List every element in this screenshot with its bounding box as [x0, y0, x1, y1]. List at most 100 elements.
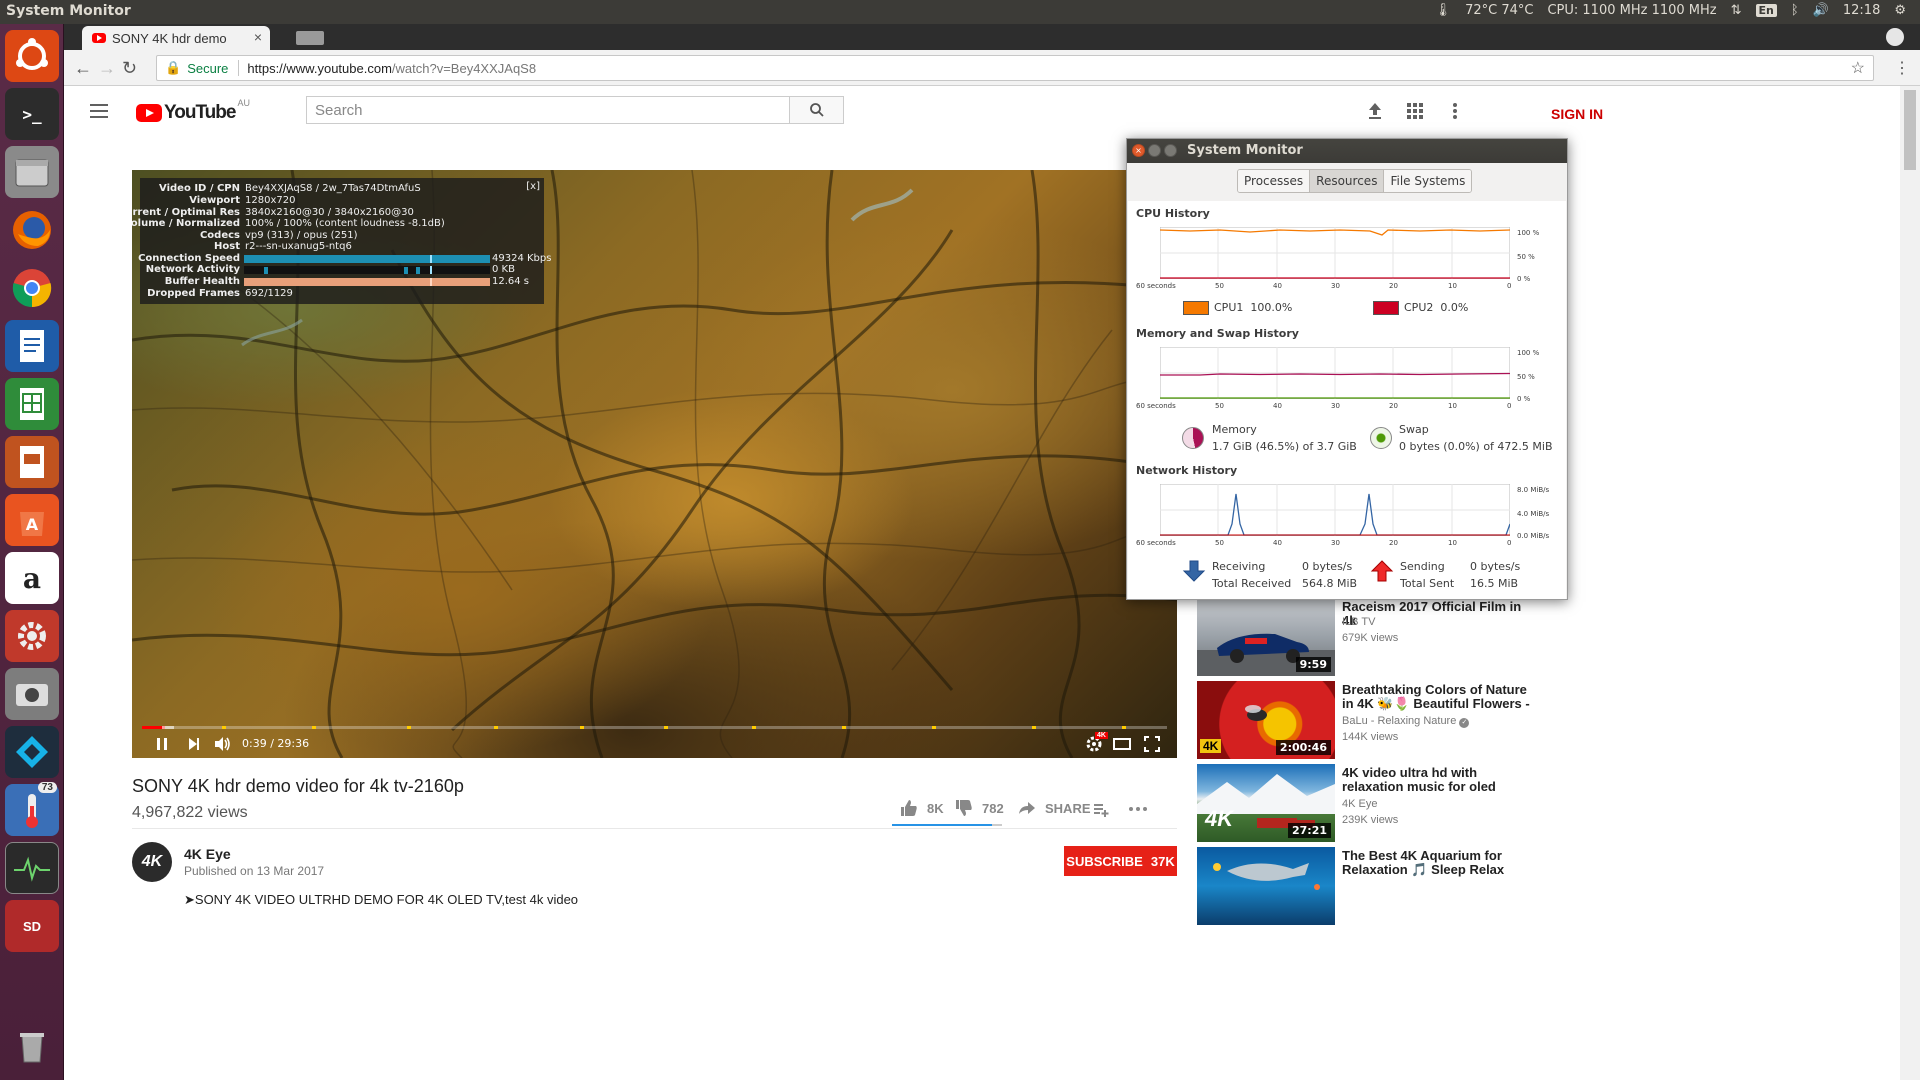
forward-arrow-icon[interactable]: → [98, 58, 116, 79]
trash-icon[interactable] [5, 1020, 59, 1072]
temperature-readout[interactable]: 72°C 74°C [1465, 3, 1533, 18]
cpu-frequency-readout[interactable]: CPU: 1100 MHz 1100 MHz [1547, 3, 1716, 18]
software-center-icon[interactable]: A [5, 494, 59, 546]
video-thumbnail[interactable]: 9:59 [1197, 598, 1335, 676]
firefox-icon[interactable] [5, 204, 59, 256]
files-icon[interactable] [5, 146, 59, 198]
amazon-icon[interactable]: a [5, 552, 59, 604]
video-thumbnail[interactable] [1197, 847, 1335, 925]
next-icon[interactable] [184, 734, 204, 754]
x-tick: 50 [1215, 402, 1224, 410]
upload-icon[interactable] [1364, 100, 1386, 122]
more-actions-icon[interactable] [1128, 804, 1148, 814]
page-scrollbar[interactable] [1900, 86, 1920, 1080]
thermometer-icon[interactable]: 🌡 [1435, 3, 1452, 18]
video-thumbnail[interactable]: 4K 27:21 [1197, 764, 1335, 842]
swap-pie-icon[interactable] [1370, 427, 1392, 449]
recommendation-item[interactable]: 9:59 Raceism 2017 Official Film in 4k IL… [1197, 598, 1637, 678]
y-tick: 4.0 MiB/s [1517, 510, 1550, 518]
video-duration: 9:59 [1295, 657, 1331, 672]
tab-close-icon[interactable]: × [254, 29, 262, 45]
chrome-icon[interactable] [5, 262, 59, 314]
progress-bar[interactable] [142, 726, 1167, 729]
power-gear-icon[interactable]: ⚙ [1894, 3, 1906, 18]
kodi-icon[interactable] [5, 726, 59, 778]
keyboard-layout-indicator[interactable]: En [1755, 4, 1777, 17]
recommendation-channel[interactable]: 4K Eye [1342, 798, 1377, 810]
scrollbar-thumb[interactable] [1904, 90, 1916, 170]
tab-processes[interactable]: Processes [1238, 170, 1311, 192]
stat-value: 3840x2160@30 / 3840x2160@30 [245, 207, 414, 218]
guide-menu-icon[interactable] [90, 104, 108, 118]
system-settings-icon[interactable] [5, 610, 59, 662]
like-button[interactable]: 8K [899, 798, 944, 818]
volume-icon[interactable]: 🔊 [1813, 3, 1829, 18]
recommendation-title[interactable]: Breathtaking Colors of Nature in 4K 🐝🌷 B… [1342, 683, 1532, 711]
tab-resources[interactable]: Resources [1310, 170, 1385, 192]
recommendation-views: 144K views [1342, 731, 1399, 743]
stat-key: Viewport [189, 195, 240, 206]
minimize-icon[interactable] [1148, 144, 1161, 157]
share-button[interactable]: SHARE [1017, 798, 1091, 818]
impress-icon[interactable] [5, 436, 59, 488]
recommendation-item[interactable]: The Best 4K Aquarium for Relaxation 🎵 Sl… [1197, 847, 1637, 927]
recommendation-title[interactable]: The Best 4K Aquarium for Relaxation 🎵 Sl… [1342, 849, 1532, 877]
writer-icon[interactable] [5, 320, 59, 372]
apps-grid-icon[interactable] [1404, 100, 1426, 122]
channel-name[interactable]: 4K Eye [184, 846, 231, 862]
y-tick: 8.0 MiB/s [1517, 486, 1550, 494]
back-arrow-icon[interactable]: ← [74, 58, 92, 79]
cpu2-color-swatch[interactable] [1373, 301, 1399, 315]
fullscreen-icon[interactable] [1142, 734, 1162, 754]
youtube-logo[interactable]: YouTube AU [136, 98, 250, 124]
new-tab-button[interactable] [296, 31, 324, 45]
network-transfer-icon[interactable]: ⇅ [1731, 3, 1742, 18]
recommendation-item[interactable]: 4K 27:21 4K video ultra hd with relaxati… [1197, 764, 1637, 844]
chrome-menu-icon[interactable]: ⋮ [1894, 58, 1910, 78]
video-player[interactable]: [x] Video ID / CPN Bey4XXJAqS8 / 2w_7Tas7… [132, 170, 1177, 758]
sd-card-icon[interactable]: SD [5, 900, 59, 952]
browser-tab[interactable]: SONY 4K hdr demo × [82, 26, 270, 50]
pause-icon[interactable] [152, 734, 172, 754]
player-controls: 0:39 / 29:36 4K [132, 730, 1177, 758]
cpu1-color-swatch[interactable] [1183, 301, 1209, 315]
close-icon[interactable]: × [1132, 144, 1145, 157]
search-button[interactable] [790, 96, 844, 124]
terminal-icon[interactable]: >_ [5, 88, 59, 140]
memory-pie-icon[interactable] [1182, 427, 1204, 449]
recommendation-title[interactable]: 4K video ultra hd with relaxation music … [1342, 766, 1532, 794]
more-options-icon[interactable] [1444, 100, 1466, 122]
video-thumbnail[interactable]: 4K 2:00:46 [1197, 681, 1335, 759]
add-to-playlist-icon[interactable] [1092, 800, 1110, 818]
channel-avatar[interactable]: 4K [132, 842, 172, 882]
recommendation-channel[interactable]: BaLu - Relaxing Nature ✓ [1342, 715, 1470, 728]
maximize-icon[interactable] [1164, 144, 1177, 157]
dislike-button[interactable]: 782 [954, 798, 1004, 818]
sysmon-titlebar[interactable]: × System Monitor [1127, 139, 1567, 163]
subscribe-button[interactable]: SUBSCRIBE 37K [1064, 846, 1177, 876]
system-monitor-icon[interactable] [5, 842, 59, 894]
theater-mode-icon[interactable] [1112, 734, 1132, 754]
receiving-arrow-icon[interactable] [1182, 559, 1206, 583]
x-tick: 50 [1215, 282, 1224, 290]
recommendation-item[interactable]: 4K 2:00:46 Breathtaking Colors of Nature… [1197, 681, 1637, 761]
reload-icon[interactable]: ↻ [122, 58, 137, 79]
search-input[interactable]: Search [306, 96, 790, 124]
calc-icon[interactable] [5, 378, 59, 430]
ubuntu-dash-icon[interactable] [5, 30, 59, 82]
bluetooth-icon[interactable]: ᛒ [1791, 3, 1799, 18]
thermometer-app-icon[interactable]: 73 [5, 782, 59, 836]
recommendation-channel[interactable]: ILB TV [1342, 616, 1375, 628]
sending-arrow-icon[interactable] [1370, 559, 1394, 583]
clock[interactable]: 12:18 [1843, 3, 1880, 18]
memory-history-heading: Memory and Swap History [1136, 327, 1299, 340]
sign-in-button[interactable]: SIGN IN [1551, 106, 1603, 122]
address-bar[interactable]: 🔒 Secure https://www.youtube.com/watch?v… [156, 55, 1874, 81]
stat-row: Volume / Normalized 100% / 100% (content … [132, 218, 544, 230]
volume-icon[interactable] [212, 734, 232, 754]
bookmark-star-icon[interactable]: ☆ [1851, 58, 1865, 78]
x-tick: 10 [1448, 282, 1457, 290]
profile-icon[interactable] [1886, 28, 1904, 46]
camera-icon[interactable] [5, 668, 59, 720]
tab-file-systems[interactable]: File Systems [1384, 170, 1472, 192]
